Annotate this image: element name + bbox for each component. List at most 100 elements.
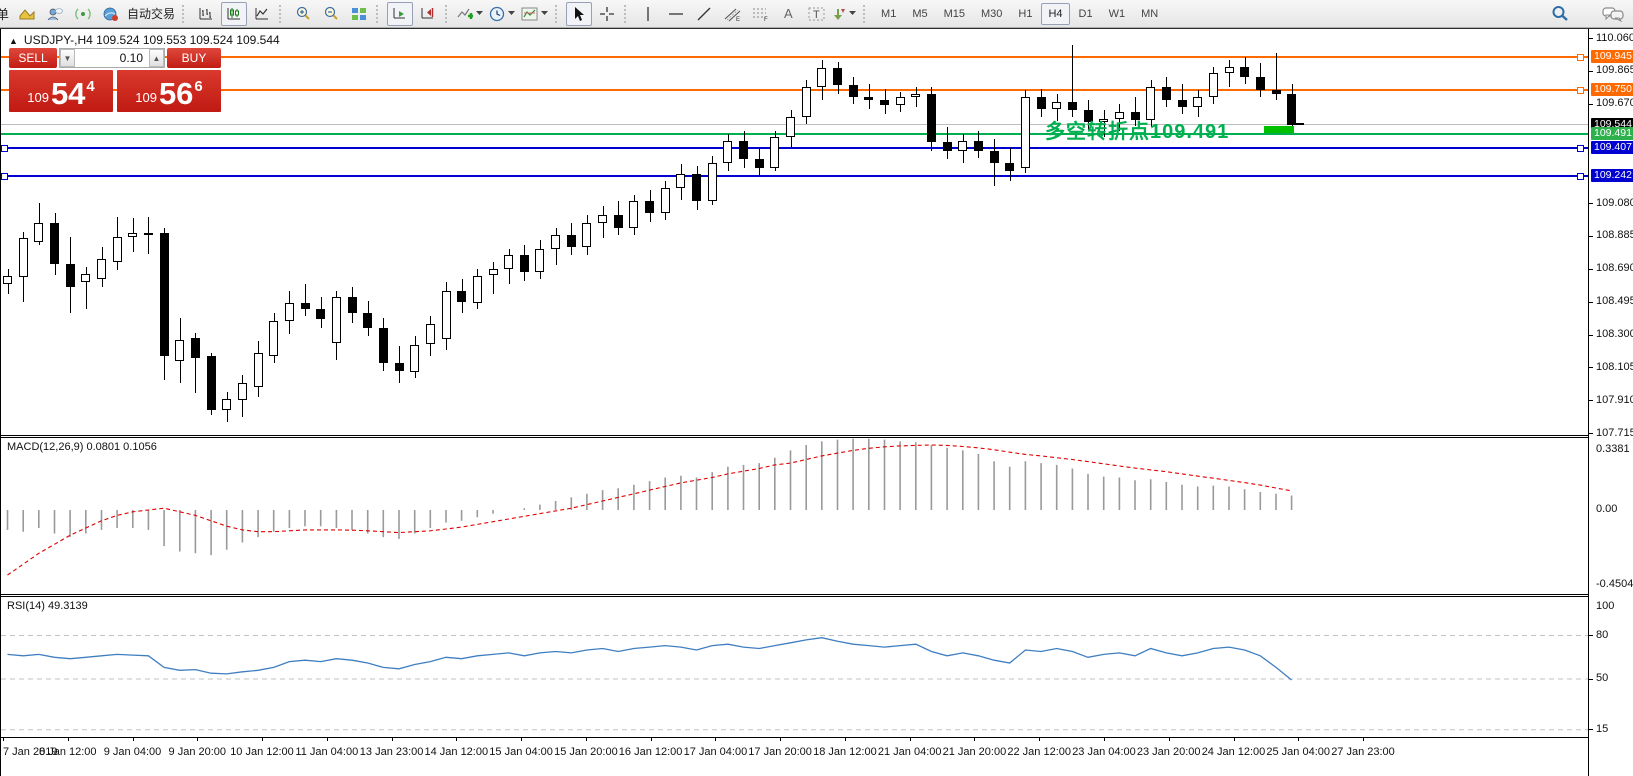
line-handle[interactable] (1, 145, 8, 152)
buy-price-figure: 109 (135, 90, 157, 105)
candle (864, 97, 873, 100)
timeframe-w1[interactable]: W1 (1102, 3, 1133, 25)
volume-decrease-button[interactable]: ▼ (60, 49, 75, 67)
market-watch-icon[interactable] (14, 2, 40, 26)
line-handle[interactable] (1577, 87, 1584, 94)
pivot-line-segment[interactable] (1264, 126, 1294, 133)
price-hline[interactable] (1, 89, 1588, 91)
volume-input[interactable] (75, 49, 149, 67)
candle (535, 249, 544, 273)
price-tag: 109.491 (1591, 127, 1633, 140)
crosshair-icon[interactable] (594, 2, 620, 26)
line-handle[interactable] (1577, 54, 1584, 61)
profile-icon[interactable] (42, 2, 68, 26)
equidistant-channel-icon[interactable]: E (719, 2, 745, 26)
cursor-icon[interactable] (566, 2, 592, 26)
line-handle[interactable] (1, 173, 8, 180)
vertical-line-icon[interactable] (635, 2, 661, 26)
timeframe-d1[interactable]: D1 (1072, 3, 1100, 25)
buy-button[interactable]: BUY (167, 48, 221, 68)
price-hline[interactable] (1, 175, 1588, 177)
chat-icon[interactable] (1600, 2, 1626, 26)
sell-price-display[interactable]: 109 54 4 (9, 70, 113, 112)
timeframe-m5[interactable]: M5 (905, 3, 934, 25)
axis-tick (1589, 71, 1593, 72)
new-order-button[interactable]: 单 (0, 4, 9, 23)
buy-price-display[interactable]: 109 56 6 (117, 70, 221, 112)
time-axis[interactable]: 7 Jan 20198 Jan 12:009 Jan 04:009 Jan 20… (1, 737, 1588, 776)
arrows-dropdown[interactable] (831, 2, 859, 26)
line-handle[interactable] (1577, 145, 1584, 152)
indicators-dropdown[interactable] (456, 2, 486, 26)
candle (457, 291, 466, 303)
price-axis[interactable]: 0.3381 0.00 -0.4504 100 80 50 15 110.060… (1588, 29, 1633, 776)
zoom-out-icon[interactable] (318, 2, 344, 26)
timeframe-h1[interactable]: H1 (1011, 3, 1039, 25)
autotrade-label[interactable]: 自动交易 (127, 5, 175, 22)
tile-windows-icon[interactable] (346, 2, 372, 26)
zoom-in-icon[interactable] (290, 2, 316, 26)
bar-chart-icon[interactable] (193, 2, 219, 26)
time-tick (586, 737, 587, 741)
candle (1209, 73, 1218, 97)
timeframe-mn[interactable]: MN (1134, 3, 1165, 25)
horizontal-line-icon[interactable] (663, 2, 689, 26)
sell-button[interactable]: SELL (9, 48, 57, 68)
price-tag: 109.242 (1591, 169, 1633, 182)
templates-dropdown[interactable] (520, 2, 551, 26)
line-handle[interactable] (1577, 173, 1584, 180)
toolbar-grip (376, 5, 382, 23)
price-hline[interactable] (1, 147, 1588, 149)
timeframe-m15[interactable]: M15 (937, 3, 972, 25)
candle (3, 276, 12, 284)
time-tick (780, 737, 781, 741)
signal-icon[interactable] (70, 2, 96, 26)
candle (614, 215, 623, 229)
text-icon[interactable]: A (775, 2, 801, 26)
price-hline[interactable] (1, 56, 1588, 58)
auto-scroll-icon[interactable] (387, 2, 413, 26)
collapse-triangle-icon[interactable]: ▲ (9, 36, 18, 46)
candle (332, 297, 341, 343)
price-tick-label: 108.300 (1596, 328, 1633, 340)
autotrade-icon[interactable] (98, 2, 124, 26)
time-tick-label: 21 Jan 20:00 (943, 746, 1007, 758)
fibonacci-icon[interactable]: F (747, 2, 773, 26)
sell-price-point: 4 (86, 78, 94, 95)
pane-separator[interactable] (1, 435, 1633, 438)
candle (739, 141, 748, 160)
timeframe-m30[interactable]: M30 (974, 3, 1009, 25)
macd-axis-bottom: -0.4504 (1596, 578, 1633, 590)
chart-shift-icon[interactable] (415, 2, 441, 26)
candle (1052, 102, 1061, 109)
time-tick-label: 22 Jan 12:00 (1007, 746, 1071, 758)
pane-separator[interactable] (1, 594, 1633, 597)
trendline-icon[interactable] (691, 2, 717, 26)
candle (442, 291, 451, 340)
candle (222, 399, 231, 411)
periods-dropdown[interactable] (488, 2, 518, 26)
time-tick-label: 17 Jan 20:00 (748, 746, 812, 758)
candle (1256, 77, 1265, 91)
text-label-icon[interactable]: T (803, 2, 829, 26)
timeframe-m1[interactable]: M1 (874, 3, 903, 25)
toolbar-grip (445, 5, 451, 23)
candle-wick (1182, 84, 1183, 114)
axis-tick (1589, 269, 1593, 270)
candle (363, 313, 372, 328)
rsi-pane[interactable]: RSI(14) 49.3139 (1, 597, 1588, 737)
search-icon[interactable] (1547, 2, 1573, 26)
candlestick-chart-icon[interactable] (221, 2, 247, 26)
timeframe-h4[interactable]: H4 (1041, 3, 1069, 25)
line-chart-icon[interactable] (249, 2, 275, 26)
candle-wick (305, 284, 306, 316)
candle (50, 223, 59, 263)
time-tick-label: 10 Jan 12:00 (230, 746, 294, 758)
volume-increase-button[interactable]: ▲ (149, 49, 164, 67)
macd-pane[interactable]: MACD(12,26,9) 0.0801 0.1056 (1, 438, 1588, 594)
time-tick (3, 737, 4, 741)
macd-histogram (8, 439, 1292, 555)
price-pane[interactable]: ▲USDJPY-,H4 109.524 109.553 109.524 109.… (1, 29, 1588, 435)
axis-tick (1589, 729, 1593, 730)
candle (927, 94, 936, 143)
